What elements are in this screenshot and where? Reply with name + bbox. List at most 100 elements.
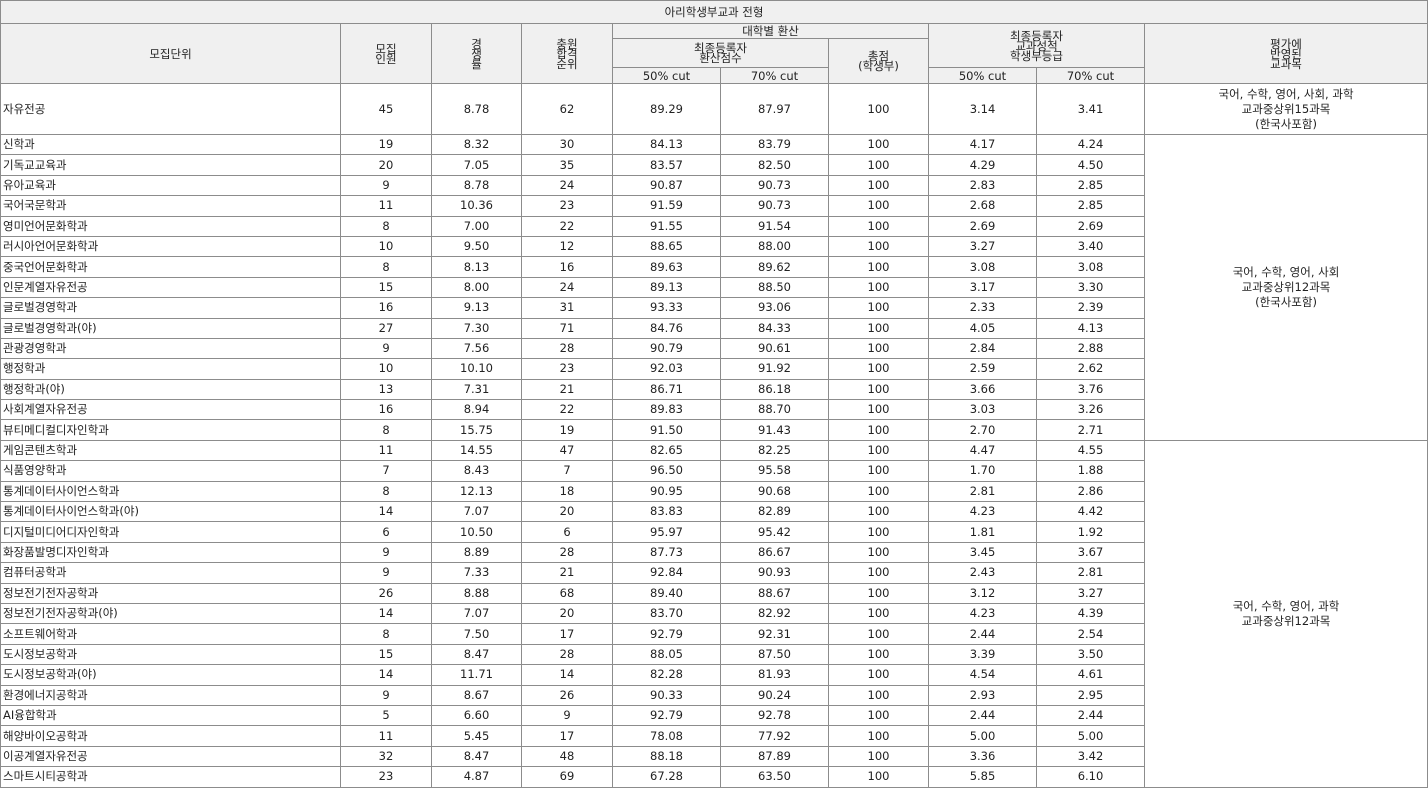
- cell-ratio: 15.75: [431, 419, 522, 441]
- cell-converted-50cut: 78.08: [612, 725, 721, 747]
- header-subjects: 평가에 반영된 교과목: [1143, 23, 1428, 84]
- cell-total: 100: [828, 358, 929, 380]
- cell-unit: 중국언어문화학과: [0, 256, 341, 278]
- cell-converted-50cut: 90.87: [612, 174, 721, 197]
- cell-grade-50cut: 2.33: [928, 297, 1037, 319]
- cell-grade-50cut: 2.44: [928, 623, 1037, 645]
- cell-waitlist: 31: [521, 297, 613, 319]
- cell-grade-50cut: 4.47: [928, 439, 1037, 462]
- cell-waitlist: 18: [521, 480, 613, 503]
- cell-ratio: 7.07: [431, 501, 522, 523]
- cell-total: 100: [828, 501, 929, 523]
- cell-waitlist: 6: [521, 521, 613, 543]
- cell-unit: 글로벌경영학과(야): [0, 317, 341, 339]
- cell-ratio: 10.50: [431, 521, 522, 543]
- cell-grade-70cut: 3.41: [1036, 83, 1145, 135]
- cell-grade-50cut: 2.44: [928, 704, 1037, 727]
- header-waitlist: 충원 합격 순위: [521, 23, 613, 84]
- cell-quota: 8: [340, 256, 432, 278]
- cell-total: 100: [828, 684, 929, 706]
- header-grade-50cut: 50% cut: [928, 67, 1037, 84]
- cell-quota: 10: [340, 358, 432, 380]
- cell-unit: 정보전기전자공학과: [0, 582, 341, 604]
- cell-grade-50cut: 2.70: [928, 419, 1037, 441]
- cell-grade-70cut: 3.26: [1036, 399, 1145, 421]
- cell-unit: 행정학과(야): [0, 378, 341, 401]
- cell-converted-70cut: 86.18: [720, 378, 829, 401]
- cell-ratio: 7.00: [431, 215, 522, 237]
- subjects-line: 국어, 수학, 영어, 사회, 과학: [1218, 86, 1354, 101]
- cell-converted-70cut: 88.00: [720, 235, 829, 258]
- cell-grade-50cut: 2.43: [928, 562, 1037, 584]
- cell-total: 100: [828, 419, 929, 441]
- cell-converted-70cut: 87.97: [720, 83, 829, 135]
- cell-unit: 도시정보공학과(야): [0, 664, 341, 686]
- cell-grade-70cut: 2.39: [1036, 297, 1145, 319]
- cell-converted-50cut: 91.50: [612, 419, 721, 441]
- cell-converted-70cut: 91.92: [720, 358, 829, 380]
- header-converted-70cut: 70% cut: [720, 67, 829, 84]
- cell-converted-50cut: 92.84: [612, 562, 721, 584]
- cell-grade-70cut: 2.62: [1036, 358, 1145, 380]
- subjects-line: 교과중상위12과목: [1241, 613, 1331, 628]
- cell-unit: 기독교교육과: [0, 154, 341, 176]
- cell-grade-70cut: 3.30: [1036, 276, 1145, 299]
- cell-grade-70cut: 2.44: [1036, 704, 1145, 727]
- header-quota: 모집 인원: [340, 23, 432, 84]
- cell-grade-70cut: 1.88: [1036, 460, 1145, 482]
- subjects-line: 국어, 수학, 영어, 과학: [1232, 598, 1340, 613]
- cell-quota: 7: [340, 460, 432, 482]
- cell-ratio: 7.50: [431, 623, 522, 645]
- cell-quota: 23: [340, 766, 432, 788]
- cell-grade-50cut: 3.66: [928, 378, 1037, 401]
- cell-ratio: 9.13: [431, 297, 522, 319]
- cell-grade-50cut: 3.27: [928, 235, 1037, 258]
- cell-grade-70cut: 2.85: [1036, 174, 1145, 197]
- cell-grade-70cut: 4.39: [1036, 602, 1145, 625]
- cell-unit: 식품영양학과: [0, 460, 341, 482]
- cell-subjects: 국어, 수학, 영어, 사회, 과학 교과중상위15과목 (한국사포함): [1143, 83, 1428, 135]
- cell-ratio: 9.50: [431, 235, 522, 258]
- cell-unit: 화장품발명디자인학과: [0, 541, 341, 564]
- cell-grade-70cut: 2.81: [1036, 562, 1145, 584]
- cell-quota: 16: [340, 297, 432, 319]
- cell-converted-70cut: 82.25: [720, 439, 829, 462]
- cell-converted-70cut: 90.73: [720, 195, 829, 217]
- cell-ratio: 8.78: [431, 174, 522, 197]
- cell-grade-50cut: 3.45: [928, 541, 1037, 564]
- cell-converted-70cut: 77.92: [720, 725, 829, 747]
- cell-total: 100: [828, 256, 929, 278]
- cell-converted-70cut: 95.42: [720, 521, 829, 543]
- cell-grade-70cut: 4.13: [1036, 317, 1145, 339]
- cell-unit: 컴퓨터공학과: [0, 562, 341, 584]
- cell-ratio: 8.00: [431, 276, 522, 299]
- cell-quota: 10: [340, 235, 432, 258]
- cell-grade-50cut: 3.14: [928, 83, 1037, 135]
- cell-waitlist: 20: [521, 602, 613, 625]
- cell-waitlist: 71: [521, 317, 613, 339]
- cell-grade-70cut: 2.86: [1036, 480, 1145, 503]
- cell-unit: 러시아언어문화학과: [0, 235, 341, 258]
- cell-waitlist: 28: [521, 643, 613, 666]
- cell-total: 100: [828, 439, 929, 462]
- cell-quota: 9: [340, 174, 432, 197]
- cell-quota: 32: [340, 745, 432, 768]
- cell-total: 100: [828, 297, 929, 319]
- cell-converted-50cut: 93.33: [612, 297, 721, 319]
- cell-ratio: 5.45: [431, 725, 522, 747]
- cell-ratio: 8.88: [431, 582, 522, 604]
- cell-quota: 11: [340, 195, 432, 217]
- cell-unit: 해양바이오공학과: [0, 725, 341, 747]
- cell-converted-50cut: 89.40: [612, 582, 721, 604]
- cell-unit: 영미언어문화학과: [0, 215, 341, 237]
- cell-waitlist: 23: [521, 195, 613, 217]
- header-grade-70cut: 70% cut: [1036, 67, 1145, 84]
- cell-unit: 글로벌경영학과: [0, 297, 341, 319]
- subjects-line: (한국사포함): [1255, 294, 1317, 309]
- cell-quota: 27: [340, 317, 432, 339]
- cell-grade-50cut: 1.70: [928, 460, 1037, 482]
- cell-unit: 환경에너지공학과: [0, 684, 341, 706]
- cell-converted-50cut: 88.18: [612, 745, 721, 768]
- cell-waitlist: 17: [521, 623, 613, 645]
- cell-total: 100: [828, 460, 929, 482]
